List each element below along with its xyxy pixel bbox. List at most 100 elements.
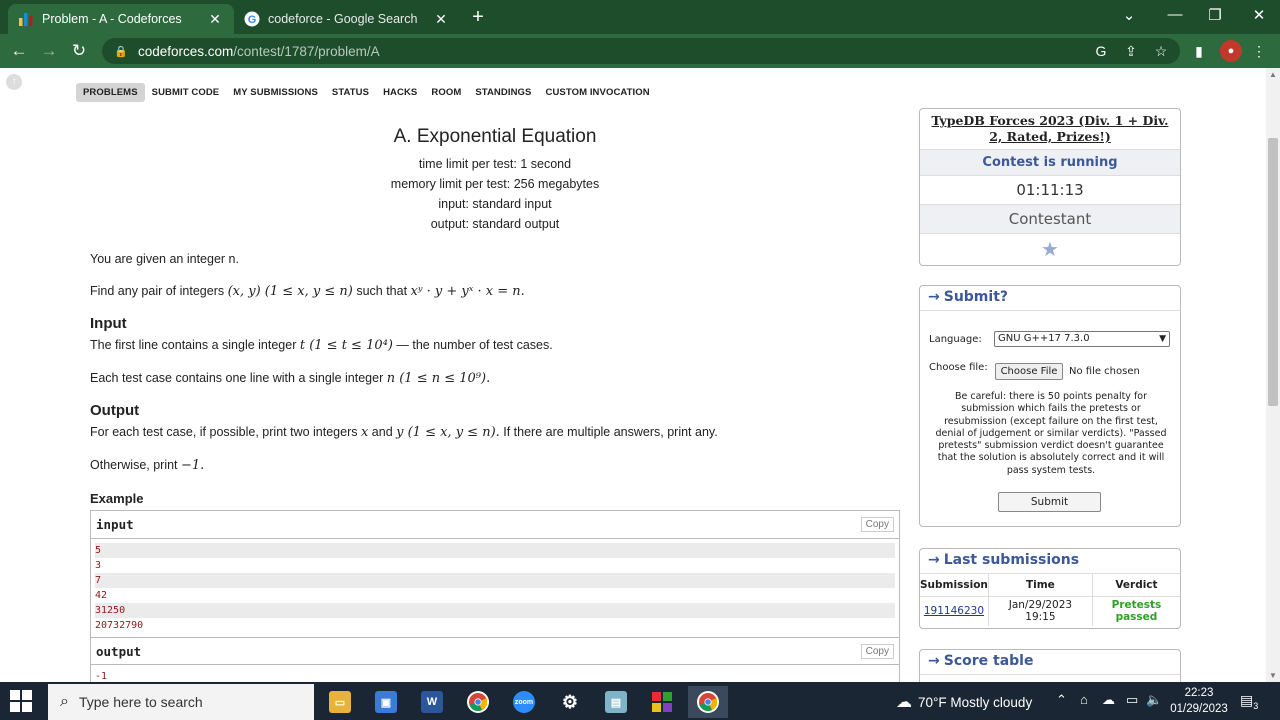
menu-submit-code[interactable]: SUBMIT CODE <box>145 83 227 102</box>
google-lens-icon[interactable]: G <box>1092 42 1110 60</box>
language-select[interactable]: GNU G++17 7.3.0 ▼ <box>994 331 1170 347</box>
choose-file-button[interactable]: Choose File <box>995 363 1063 380</box>
sample-input-label: input <box>96 517 134 532</box>
new-tab-icon[interactable]: + <box>466 6 490 30</box>
math-equation: xʸ · y + yˣ · x = n. <box>410 284 525 299</box>
clock-date: 01/29/2023 <box>1170 703 1228 715</box>
taskbar-word[interactable]: W <box>412 686 452 718</box>
network-icon[interactable]: ⌂ <box>1080 692 1088 707</box>
penalty-warning: Be careful: there is 50 points penalty f… <box>935 391 1167 476</box>
output-file: output: standard output <box>430 217 560 231</box>
math-y: y (1 ≤ x, y ≤ n). <box>396 425 500 440</box>
notification-center-icon[interactable]: ▤3 <box>1240 692 1258 711</box>
output-paragraph-2: Otherwise, print −1. <box>90 456 900 475</box>
word-icon: W <box>421 691 443 713</box>
taskbar-notes-app[interactable]: ▤ <box>596 686 636 718</box>
svg-text:G: G <box>248 14 257 26</box>
contest-info-box: TypeDB Forces 2023 (Div. 1 + Div. 2, Rat… <box>919 108 1181 266</box>
sample-input-line: 5 <box>95 543 895 558</box>
scroll-to-top-icon[interactable]: ↑ <box>6 74 22 90</box>
chevron-down-icon: ▼ <box>1159 334 1166 344</box>
volume-icon[interactable]: 🔈 <box>1146 692 1162 708</box>
contest-timer: 01:11:13 <box>920 176 1180 205</box>
browser-tab-bar: Problem - A - Codeforces ✕ G codeforce -… <box>0 0 1280 34</box>
menu-dots-icon[interactable]: ⋮ <box>1250 42 1268 60</box>
participant-role: Contestant <box>920 205 1180 234</box>
language-select-value: GNU G++17 7.3.0 <box>998 333 1090 344</box>
sample-input-header: input Copy <box>91 511 899 539</box>
weather-widget[interactable]: ☁ 70°F Mostly cloudy <box>896 692 1032 712</box>
taskbar-settings[interactable]: ⚙ <box>550 686 590 718</box>
back-icon[interactable]: ← <box>8 41 30 63</box>
text: Each test case contains one line with a … <box>90 371 387 385</box>
sample-input-line: 20732790 <box>95 620 144 631</box>
tab-google-search[interactable]: G codeforce - Google Search ✕ <box>234 4 460 34</box>
taskbar-codeblocks[interactable] <box>642 686 682 718</box>
menu-room[interactable]: ROOM <box>424 83 468 102</box>
score-table-box: → Score table <box>919 649 1181 682</box>
text: — the number of test cases. <box>392 338 553 352</box>
cloud-sync-icon[interactable]: ☁ <box>1102 692 1115 708</box>
taskbar-store[interactable]: ▣ <box>366 686 406 718</box>
tab-problem[interactable]: Problem - A - Codeforces ✕ <box>8 4 234 34</box>
contest-menu: PROBLEMS SUBMIT CODE MY SUBMISSIONS STAT… <box>76 83 657 102</box>
notification-count: 3 <box>1253 700 1259 711</box>
menu-standings[interactable]: STANDINGS <box>468 83 538 102</box>
submission-id-link[interactable]: 191146230 <box>924 605 984 617</box>
menu-hacks[interactable]: HACKS <box>376 83 424 102</box>
submission-verdict: Pretests passed <box>1111 599 1162 624</box>
page-scrollbar[interactable]: ▲ ▼ <box>1266 68 1280 682</box>
input-paragraph-2: Each test case contains one line with a … <box>90 369 900 388</box>
sample-output-label: output <box>96 643 142 659</box>
contest-name-link[interactable]: TypeDB Forces 2023 (Div. 1 + Div. 2, Rat… <box>920 109 1180 150</box>
favourite-star-icon[interactable]: ★ <box>920 234 1180 267</box>
menu-problems[interactable]: PROBLEMS <box>76 83 145 102</box>
output-section-title: Output <box>90 402 140 419</box>
math-n: n (1 ≤ n ≤ 10⁹). <box>386 371 491 386</box>
taskbar-zoom[interactable]: zoom <box>504 686 544 718</box>
share-icon[interactable]: ⇪ <box>1122 42 1140 60</box>
taskbar-chrome[interactable] <box>458 686 498 718</box>
close-window-icon[interactable]: ✕ <box>1244 6 1274 24</box>
column-header: Verdict <box>1092 574 1180 597</box>
last-submissions-box: → Last submissions Submission Time Verdic… <box>919 548 1181 629</box>
taskbar-clock[interactable]: 22:23 01/29/2023 <box>1166 685 1232 717</box>
menu-custom-invocation[interactable]: CUSTOM INVOCATION <box>538 83 656 102</box>
tab-title: Problem - A - Codeforces <box>42 12 182 26</box>
codeblocks-icon <box>651 691 673 713</box>
codeforces-favicon-icon <box>18 11 34 27</box>
tray-chevron-up-icon[interactable]: ⌃ <box>1056 692 1067 708</box>
profile-avatar[interactable]: ● <box>1220 40 1242 62</box>
keyboard-icon[interactable]: ▭ <box>1126 692 1138 708</box>
minimize-icon[interactable]: — <box>1160 6 1190 23</box>
copy-input-button[interactable]: Copy <box>860 517 894 532</box>
menu-status[interactable]: STATUS <box>325 83 376 102</box>
scroll-up-icon[interactable]: ▲ <box>1269 70 1277 79</box>
reload-icon[interactable]: ↻ <box>68 41 90 63</box>
submit-box: → Submit? Language: GNU G++17 7.3.0 ▼ Cho… <box>919 285 1181 527</box>
windows-start-icon[interactable] <box>10 690 32 712</box>
copy-output-button[interactable]: Copy <box>860 643 894 659</box>
menu-my-submissions[interactable]: MY SUBMISSIONS <box>226 83 325 102</box>
statement-paragraph-2: Find any pair of integers (x, y) (1 ≤ x,… <box>90 282 900 301</box>
taskbar-search-input[interactable]: ⌕ Type here to search <box>48 684 314 720</box>
table-row: 191146230 Jan/29/2023 19:15 Pretests pas… <box>920 596 1180 626</box>
address-bar-row: ← → ↻ 🔒 codeforces.com/contest/1787/prob… <box>0 34 1280 68</box>
gear-icon: ⚙ <box>561 691 579 712</box>
side-panel-icon[interactable]: ▮ <box>1190 42 1208 60</box>
restore-icon[interactable]: ❐ <box>1200 6 1230 24</box>
taskbar-chrome-active[interactable] <box>688 686 728 718</box>
forward-icon[interactable]: → <box>38 41 60 63</box>
tab-search-chevron-icon[interactable]: ⌄ <box>1114 6 1144 24</box>
close-tab-icon[interactable]: ✕ <box>206 11 224 28</box>
submit-title-text: Submit? <box>943 289 1009 305</box>
scroll-down-icon[interactable]: ▼ <box>1269 671 1277 680</box>
scrollbar-thumb[interactable] <box>1268 138 1278 406</box>
math-pair: (x, y) (1 ≤ x, y ≤ n) <box>227 284 353 299</box>
url-input[interactable]: 🔒 codeforces.com/contest/1787/problem/A <box>102 38 1180 64</box>
bookmark-star-icon[interactable]: ☆ <box>1152 42 1170 60</box>
input-paragraph-1: The first line contains a single integer… <box>90 336 900 355</box>
close-tab-icon[interactable]: ✕ <box>432 11 450 28</box>
taskbar-file-explorer[interactable]: ▭ <box>320 686 360 718</box>
submit-button[interactable]: Submit <box>998 492 1101 512</box>
